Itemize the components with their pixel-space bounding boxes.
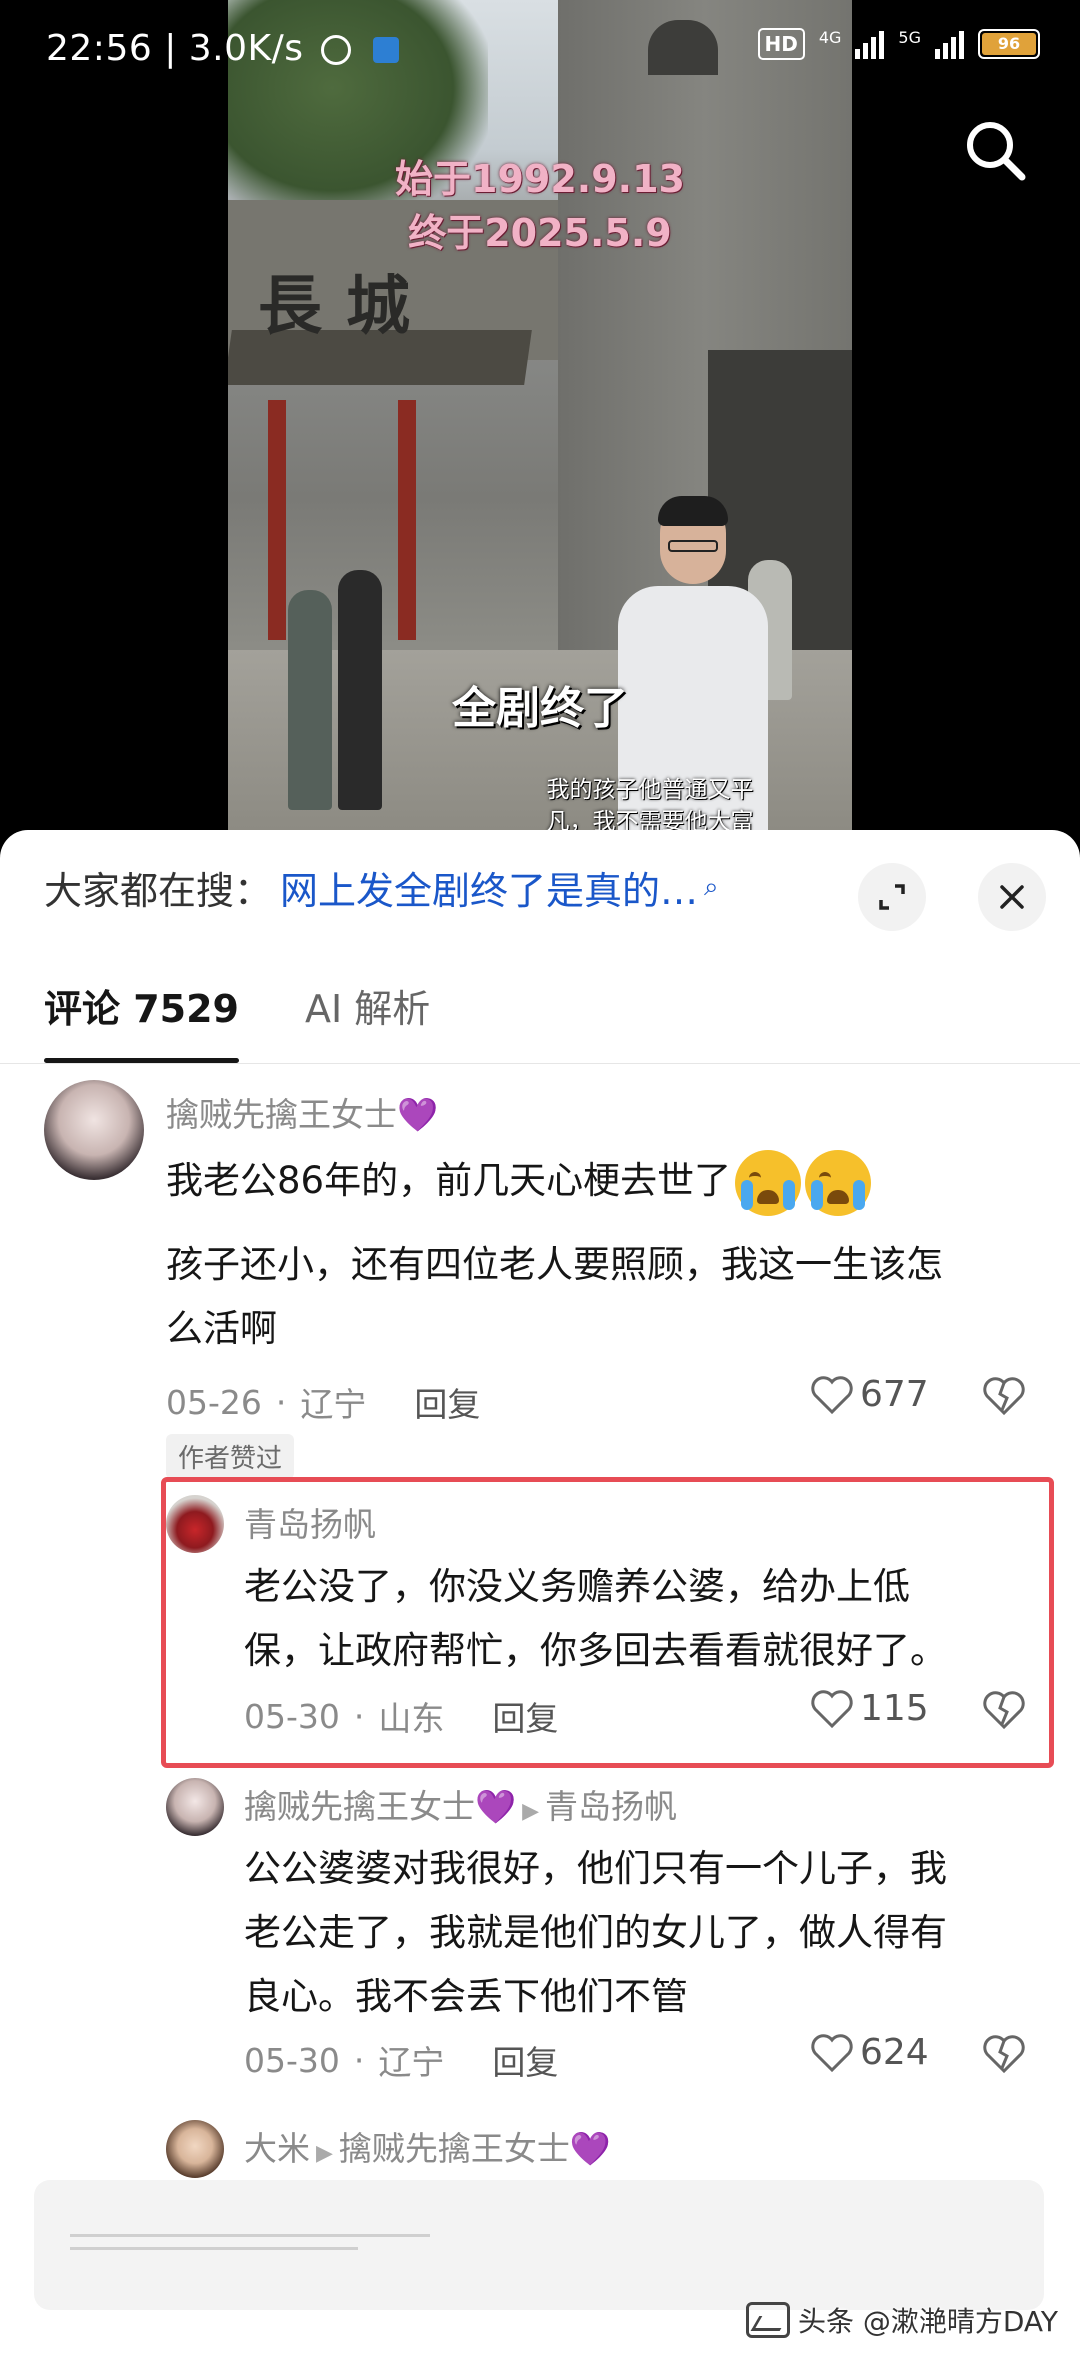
video-lyric-line: 我的孩子他普通又平 bbox=[546, 777, 754, 803]
comment-text: 良心。我不会丢下他们不管 bbox=[244, 1975, 688, 2018]
video-date-end: 终于2025.5.9 bbox=[408, 211, 672, 255]
reply-to-name[interactable]: 擒贼先擒王女士 bbox=[339, 2129, 570, 2168]
image-icon bbox=[745, 2302, 790, 2338]
hot-search-keyword[interactable]: 网上发全剧终了是真的… bbox=[280, 860, 698, 915]
reply-button[interactable]: 回复 bbox=[492, 2036, 558, 2084]
comment-author[interactable]: 擒贼先擒王女士💜 bbox=[166, 1088, 438, 1136]
comment-date: 05-30 bbox=[244, 2040, 340, 2080]
like-button[interactable]: 624 bbox=[810, 2032, 929, 2073]
avatar[interactable] bbox=[166, 1495, 224, 1553]
close-button[interactable] bbox=[978, 863, 1046, 931]
video-caption: 全剧终了 bbox=[452, 683, 628, 734]
search-icon bbox=[967, 122, 1026, 181]
video-date-start: 始于1992.9.13 bbox=[395, 157, 685, 201]
dislike-button[interactable] bbox=[982, 1376, 1026, 1420]
tab-ai-analysis[interactable]: AI 解析 bbox=[305, 978, 430, 1033]
watermark: 头条 @漱滟晴方DAY bbox=[745, 2300, 1058, 2340]
hot-search-bar[interactable]: 大家都在搜： 网上发全剧终了是真的… ⌕ bbox=[44, 860, 719, 915]
heart-icon bbox=[811, 1689, 853, 1728]
hot-search-label: 大家都在搜： bbox=[44, 869, 273, 913]
avatar[interactable] bbox=[166, 1778, 224, 1836]
comment-author[interactable]: 青岛扬帆 bbox=[244, 1498, 376, 1546]
expand-button[interactable] bbox=[858, 863, 926, 931]
dislike-button[interactable] bbox=[982, 1690, 1026, 1734]
comment-date: 05-26 bbox=[166, 1382, 262, 1422]
tab-comments[interactable]: 评论 7529 bbox=[44, 978, 239, 1063]
search-button[interactable] bbox=[960, 115, 1030, 185]
signal-5g-icon bbox=[935, 29, 964, 59]
comment-text: 孩子还小，还有四位老人要照顾，我这一生该怎 bbox=[166, 1243, 943, 1286]
reply-to-name[interactable]: 青岛扬帆 bbox=[545, 1787, 677, 1826]
comment-date: 05-30 bbox=[244, 1696, 340, 1736]
dislike-button[interactable] bbox=[982, 2034, 1026, 2078]
broken-heart-icon bbox=[983, 2035, 1025, 2074]
battery-icon: 96 bbox=[978, 29, 1040, 59]
avatar[interactable] bbox=[166, 2120, 224, 2178]
tab-divider bbox=[0, 1063, 1080, 1064]
video-pillar bbox=[268, 400, 286, 640]
search-small-icon: ⌕ bbox=[704, 872, 719, 902]
comment-location: 辽宁 bbox=[300, 1385, 367, 1424]
comment-tabs: 评论 7529 AI 解析 bbox=[44, 978, 430, 1063]
app-notification-icon bbox=[373, 37, 400, 63]
purple-heart-icon: 💜 bbox=[397, 1095, 439, 1134]
video-sign-text: 長城 bbox=[258, 269, 434, 344]
comment-sheet: 大家都在搜： 网上发全剧终了是真的… ⌕ 评论 7529 AI 解析 擒贼先擒王… bbox=[0, 830, 1080, 2360]
hd-badge: HD bbox=[757, 28, 805, 60]
like-count: 624 bbox=[860, 2032, 929, 2073]
video-pillar bbox=[398, 400, 416, 640]
comment-text: 保，让政府帮忙，你多回去看看就很好了。 bbox=[244, 1629, 947, 1672]
network-4g-label: 4G bbox=[818, 28, 842, 47]
reply-button[interactable]: 回复 bbox=[414, 1378, 480, 1426]
crying-emoji-icon bbox=[805, 1149, 872, 1216]
signal-4g-icon bbox=[855, 29, 885, 59]
avatar[interactable] bbox=[44, 1080, 144, 1180]
comment-text: 老公没了，你没义务赡养公婆，给办上低 bbox=[244, 1565, 910, 1608]
broken-heart-icon bbox=[983, 1691, 1025, 1730]
heart-icon bbox=[811, 2033, 853, 2072]
comment-location: 山东 bbox=[378, 1699, 445, 1738]
comment-input-bar[interactable] bbox=[34, 2180, 1044, 2310]
status-bar: 22:56 | 3.0K/s HD 4G 5G 96 bbox=[0, 0, 1080, 100]
comment-text: 么活啊 bbox=[166, 1307, 277, 1350]
comment-author[interactable]: 大米 ▶ 擒贼先擒王女士💜 bbox=[244, 2122, 611, 2170]
status-right: HD 4G 5G 96 bbox=[757, 28, 1040, 60]
comment-meta: 05-26 · 辽宁 回复 bbox=[166, 1378, 480, 1426]
like-count: 115 bbox=[860, 1688, 929, 1729]
like-button[interactable]: 115 bbox=[810, 1688, 929, 1729]
expand-icon bbox=[879, 884, 905, 910]
reply-arrow-icon: ▶ bbox=[522, 1799, 540, 1824]
video-player[interactable]: 長城 始于1992.9.13 终于2025.5.9 全剧终了 我的孩子他普通又平… bbox=[0, 0, 1080, 830]
purple-heart-icon: 💜 bbox=[475, 1787, 517, 1826]
reply-button[interactable]: 回复 bbox=[492, 1692, 558, 1740]
broken-heart-icon bbox=[983, 1377, 1025, 1416]
video-lyric-line: 凡，我不需要他大富 bbox=[546, 809, 754, 830]
status-time: 22:56 | 3.0K/s bbox=[46, 28, 400, 69]
comment-text: 我老公86年的，前几天心梗去世了 bbox=[166, 1148, 1046, 1216]
comment-meta: 05-30 · 山东 回复 bbox=[244, 1692, 558, 1740]
network-5g-label: 5G bbox=[898, 28, 921, 47]
vpn-icon bbox=[321, 35, 352, 65]
comment-meta: 05-30 · 辽宁 回复 bbox=[244, 2036, 558, 2084]
crying-emoji-icon bbox=[735, 1149, 802, 1216]
comment-author[interactable]: 擒贼先擒王女士💜 ▶ 青岛扬帆 bbox=[244, 1780, 677, 1828]
heart-icon bbox=[811, 1375, 853, 1414]
input-placeholder-lines bbox=[70, 2234, 430, 2260]
like-button[interactable]: 677 bbox=[810, 1374, 929, 1415]
author-liked-tag: 作者赞过 bbox=[166, 1434, 295, 1479]
like-count: 677 bbox=[860, 1374, 929, 1415]
comment-text: 公公婆婆对我很好，他们只有一个儿子，我 bbox=[244, 1847, 947, 1890]
close-icon bbox=[1000, 885, 1024, 909]
comment-text: 老公走了，我就是他们的女儿了，做人得有 bbox=[244, 1911, 947, 1954]
watermark-text: 头条 @漱滟晴方DAY bbox=[797, 2305, 1058, 2338]
purple-heart-icon: 💜 bbox=[569, 2129, 612, 2168]
comment-location: 辽宁 bbox=[378, 2043, 445, 2082]
battery-level: 96 bbox=[982, 33, 1036, 55]
reply-arrow-icon: ▶ bbox=[316, 2141, 333, 2166]
